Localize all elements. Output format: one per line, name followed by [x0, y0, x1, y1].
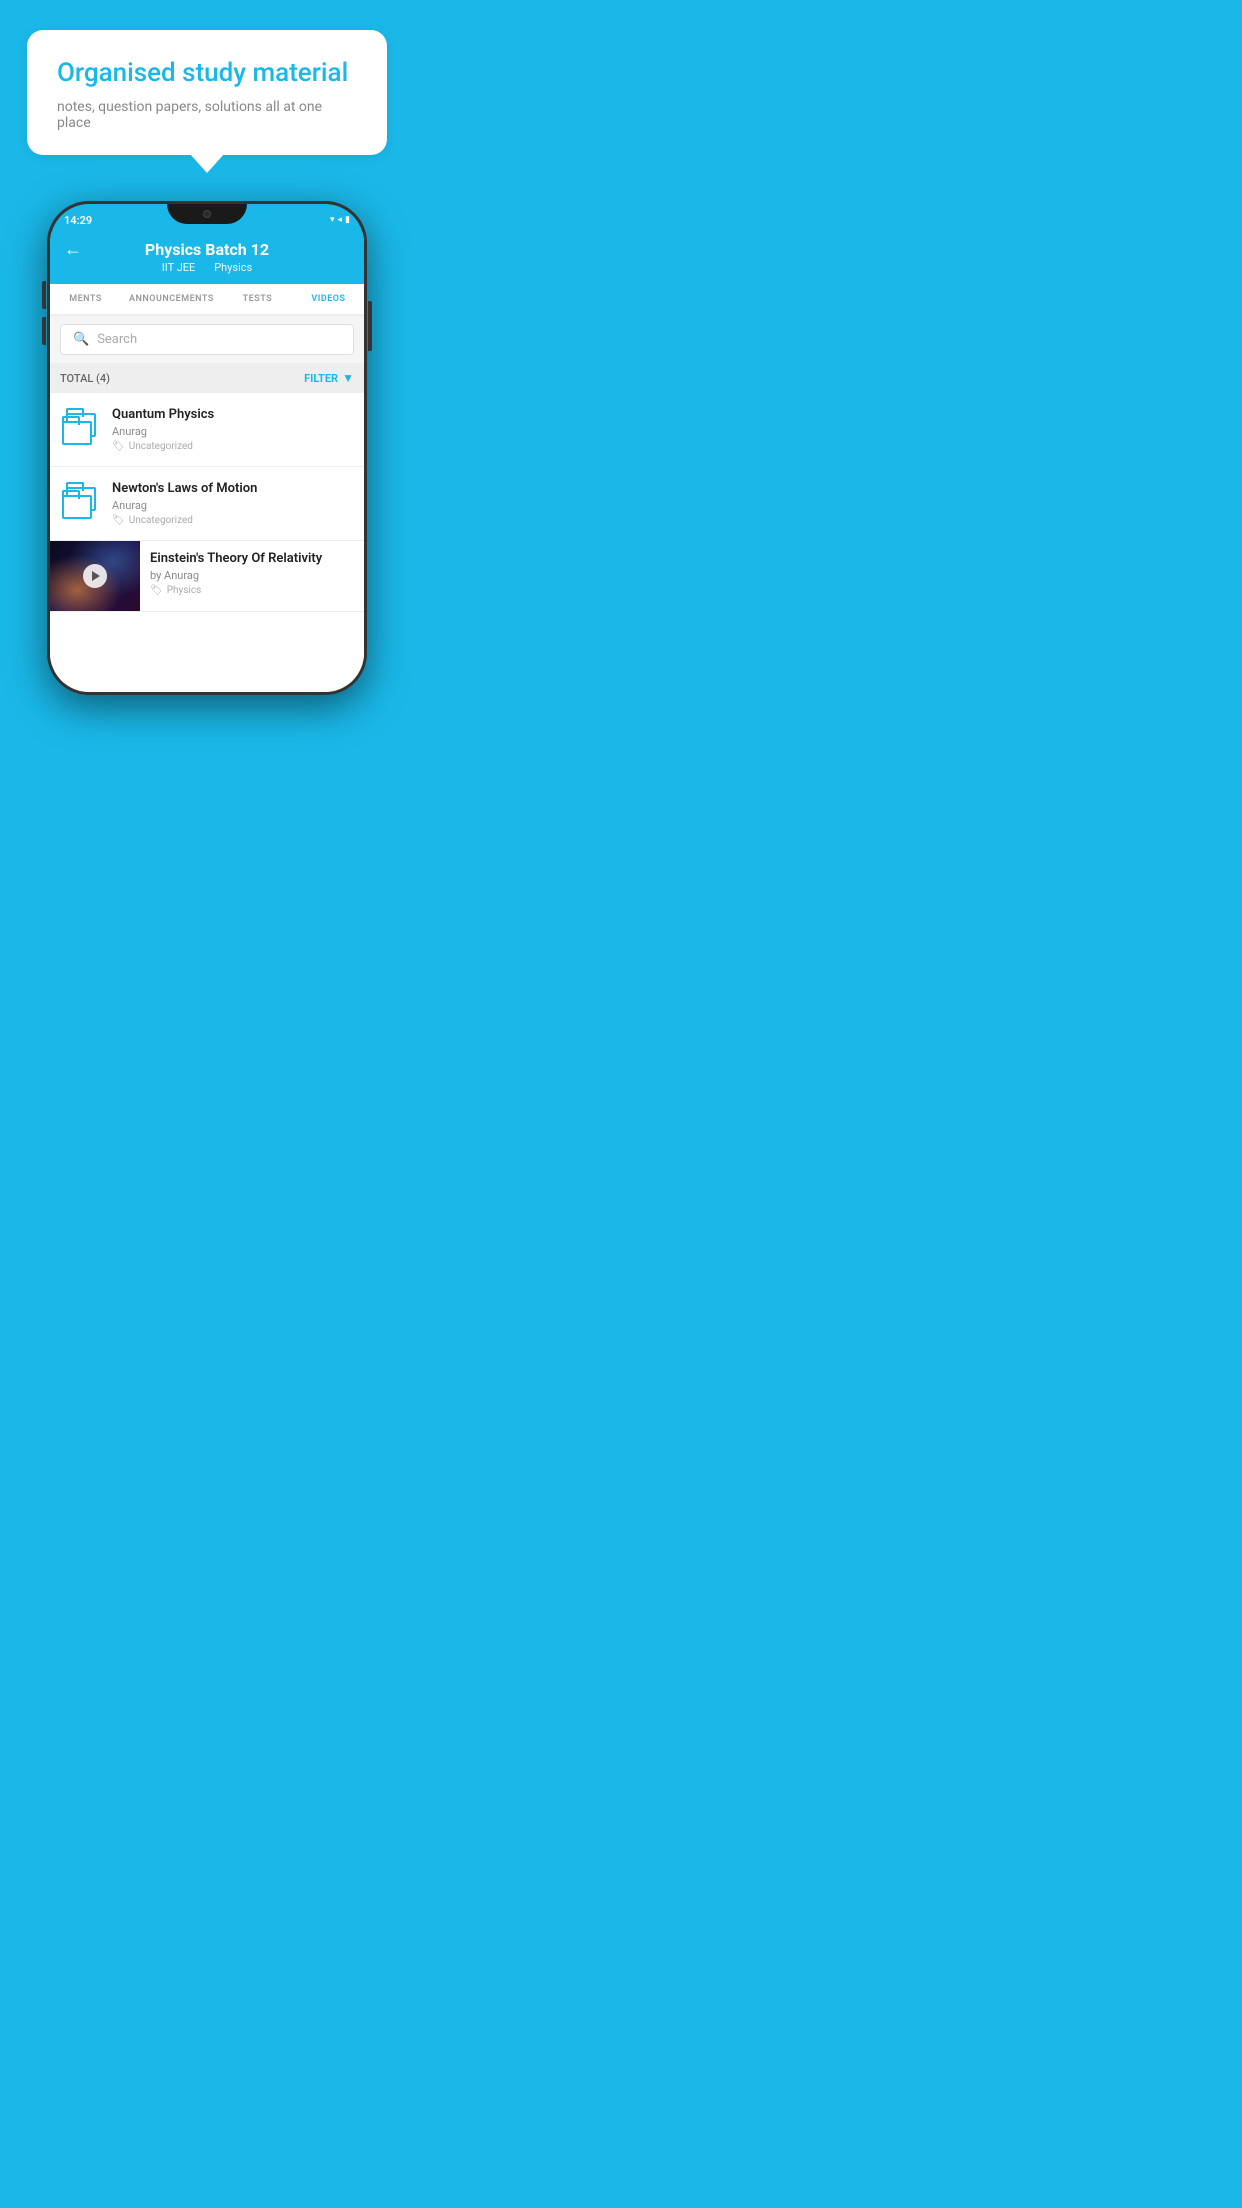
speech-bubble: Organised study material notes, question… [27, 30, 387, 155]
video-title-3: Einstein's Theory Of Relativity [150, 551, 354, 566]
battery-icon: ▮ [345, 215, 350, 225]
item-tag-2: 🏷 Uncategorized [112, 515, 354, 526]
app-header: ← Physics Batch 12 IIT JEE Physics [50, 232, 364, 284]
content-list: Quantum Physics Anurag 🏷 Uncategorized [50, 393, 364, 692]
item-author-2: Anurag [112, 499, 354, 512]
tag-icon-1: 🏷 [112, 441, 125, 452]
phone-side-right [368, 301, 372, 351]
notch [167, 204, 247, 224]
filter-icon: ▼ [342, 371, 354, 385]
filter-bar: TOTAL (4) FILTER ▼ [50, 363, 364, 393]
item-title-2: Newton's Laws of Motion [112, 481, 354, 496]
list-item-video[interactable]: Einstein's Theory Of Relativity by Anura… [50, 541, 364, 612]
play-icon [92, 571, 100, 581]
notch-camera [203, 210, 211, 218]
back-button[interactable]: ← [64, 239, 82, 260]
tabs-bar: MENTS ANNOUNCEMENTS TESTS VIDEOS [50, 284, 364, 316]
top-section: Organised study material notes, question… [0, 0, 414, 165]
list-item[interactable]: Quantum Physics Anurag 🏷 Uncategorized [50, 393, 364, 467]
folder-front-2 [62, 495, 92, 519]
header-title: Physics Batch 12 [145, 240, 269, 259]
tag-label-2: Uncategorized [129, 515, 193, 526]
wifi-icon: ▾ [330, 215, 335, 225]
video-thumbnail [50, 541, 140, 611]
tab-tests[interactable]: TESTS [222, 284, 293, 314]
search-icon: 🔍 [73, 332, 89, 347]
status-time: 14:29 [64, 214, 92, 227]
signal-icon: ◂ [338, 215, 343, 225]
tag-icon-3: 🏷 [150, 585, 163, 596]
search-bar: 🔍 Search [50, 316, 364, 363]
item-content-1: Quantum Physics Anurag 🏷 Uncategorized [112, 407, 354, 452]
folder-icon-2 [60, 481, 100, 525]
tab-announcements[interactable]: ANNOUNCEMENTS [121, 284, 222, 314]
folder-icon-1 [60, 407, 100, 451]
item-tag-1: 🏷 Uncategorized [112, 441, 354, 452]
video-tag-3: 🏷 Physics [150, 585, 354, 596]
header-subtitle: IIT JEE Physics [158, 261, 256, 274]
phone-side-left [42, 281, 46, 309]
phone-frame: 14:29 ▾ ◂ ▮ ← Physics Batch 12 IIT JEE [47, 201, 367, 695]
subtitle-part2: Physics [214, 261, 252, 274]
phone-wrapper: 14:29 ▾ ◂ ▮ ← Physics Batch 12 IIT JEE [47, 201, 367, 695]
list-item[interactable]: Newton's Laws of Motion Anurag 🏷 Uncateg… [50, 467, 364, 541]
search-placeholder: Search [97, 332, 137, 347]
header-row: ← Physics Batch 12 [64, 240, 350, 259]
item-content-2: Newton's Laws of Motion Anurag 🏷 Uncateg… [112, 481, 354, 526]
total-count: TOTAL (4) [60, 372, 110, 385]
item-author-1: Anurag [112, 425, 354, 438]
tag-label-1: Uncategorized [129, 441, 193, 452]
filter-label: FILTER [304, 372, 338, 385]
phone-side-left-2 [42, 317, 46, 345]
tab-ments[interactable]: MENTS [50, 284, 121, 314]
app-screen: ← Physics Batch 12 IIT JEE Physics MENTS… [50, 232, 364, 692]
bubble-subtitle: notes, question papers, solutions all at… [57, 99, 357, 131]
video-author-3: by Anurag [150, 569, 354, 582]
status-bar: 14:29 ▾ ◂ ▮ [50, 204, 364, 232]
tag-icon-2: 🏷 [112, 515, 125, 526]
play-button[interactable] [83, 564, 107, 588]
folder-front-1 [62, 421, 92, 445]
tab-videos[interactable]: VIDEOS [293, 284, 364, 316]
subtitle-part1: IIT JEE [162, 261, 195, 274]
video-content-3: Einstein's Theory Of Relativity by Anura… [140, 541, 364, 606]
bubble-title: Organised study material [57, 58, 357, 89]
filter-button[interactable]: FILTER ▼ [304, 371, 354, 385]
item-title-1: Quantum Physics [112, 407, 354, 422]
status-icons: ▾ ◂ ▮ [330, 215, 350, 225]
search-input-container[interactable]: 🔍 Search [60, 324, 354, 355]
tag-label-3: Physics [167, 585, 202, 596]
